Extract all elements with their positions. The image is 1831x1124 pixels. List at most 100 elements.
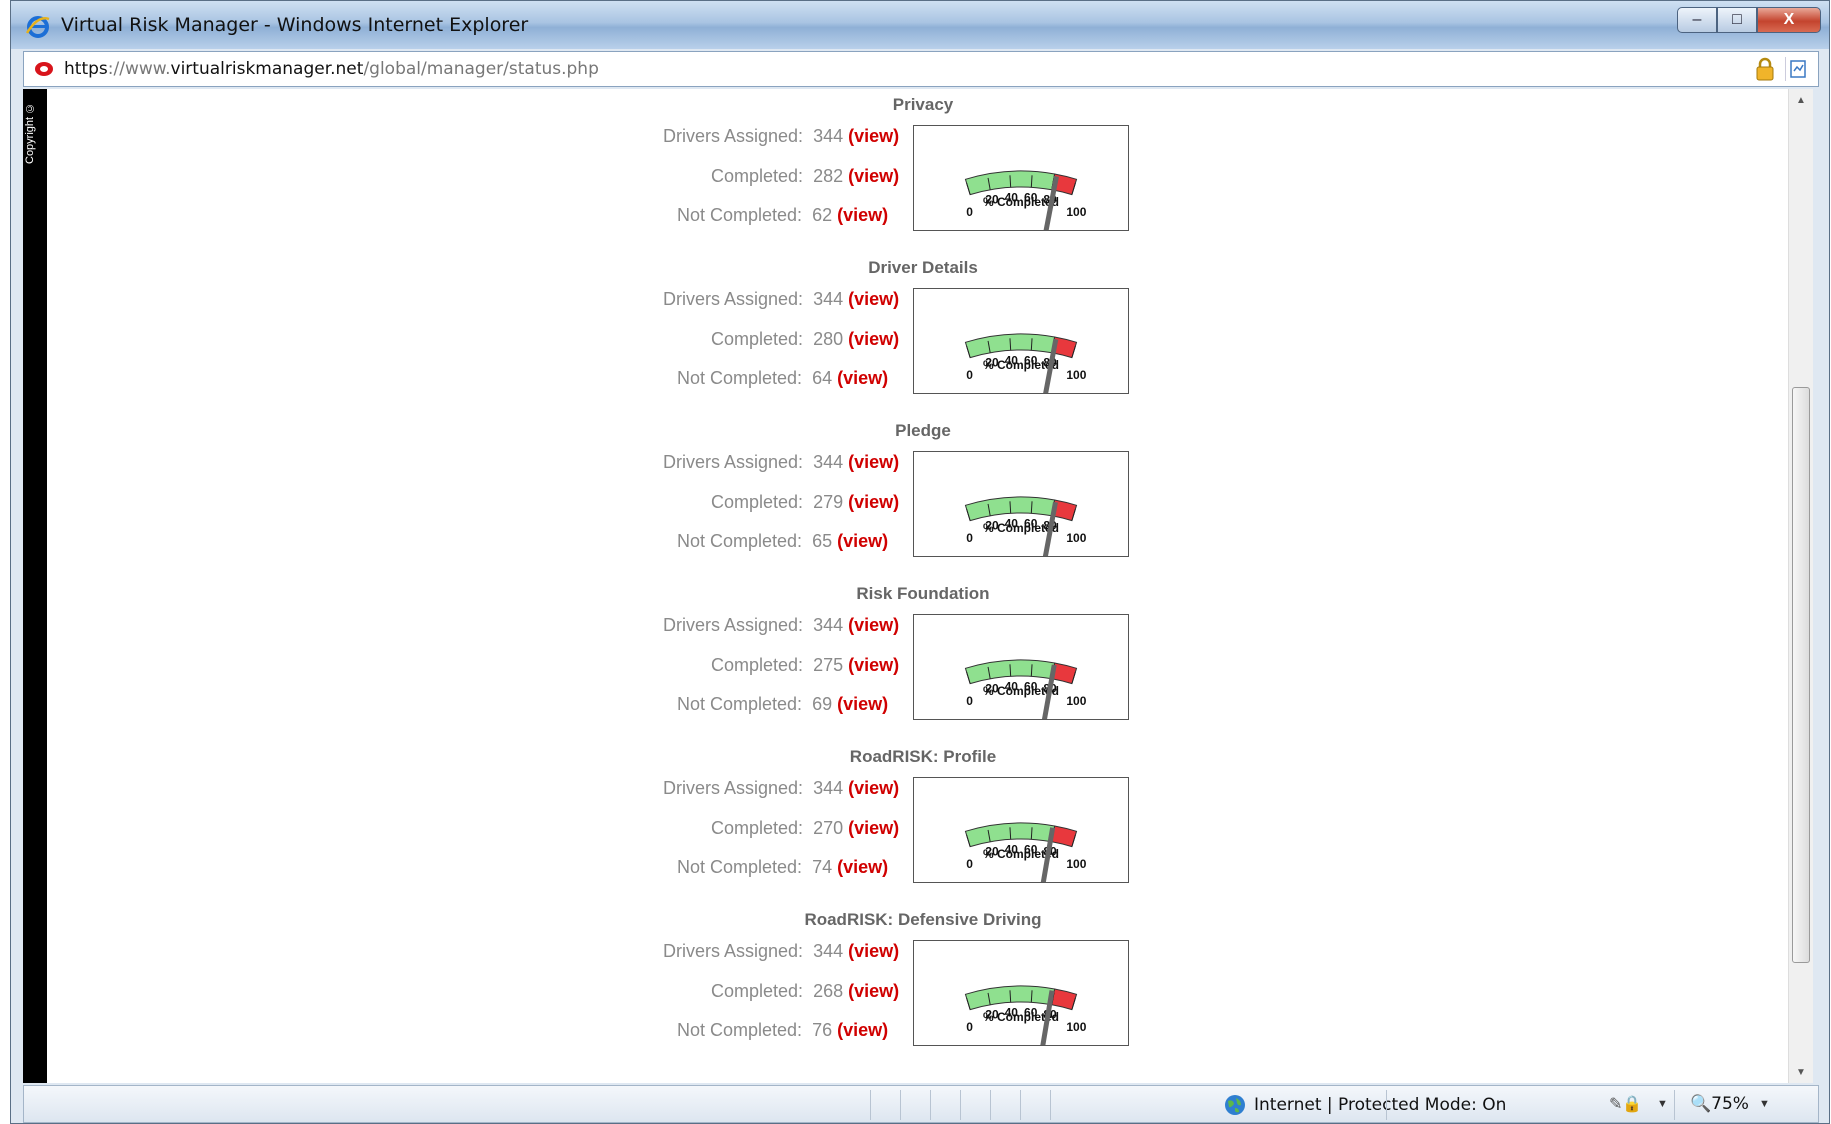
gauge-tick-label: 100 [1066, 1020, 1086, 1034]
drivers-assigned-view-link[interactable]: (view) [848, 126, 899, 146]
drivers-assigned-row: Drivers Assigned: 344 (view) [663, 941, 899, 962]
gauge-tick [1030, 175, 1033, 188]
lock-icon[interactable] [1754, 57, 1776, 81]
completion-gauge: 020406080100% Completed [913, 940, 1129, 1083]
section-title: Risk Foundation [856, 584, 990, 603]
zoom-level[interactable]: 🔍75% [1690, 1094, 1749, 1114]
gauge-tick-label: 100 [1066, 531, 1086, 545]
chevron-down-icon[interactable]: ▼ [1759, 1098, 1770, 1110]
not-completed-view-link[interactable]: (view) [837, 694, 888, 714]
window-title: Virtual Risk Manager - Windows Internet … [61, 14, 529, 36]
not-completed-row: Not Completed: 62 (view) [677, 205, 888, 226]
gauge-tick [1009, 664, 1012, 677]
not-completed-label: Not Completed: [677, 531, 803, 551]
not-completed-view-link[interactable]: (view) [837, 1020, 888, 1040]
url-separator: :// [107, 59, 125, 79]
not-completed-view-link[interactable]: (view) [837, 857, 888, 877]
minimize-button[interactable]: – [1677, 7, 1717, 33]
completed-label: Completed: [711, 818, 804, 838]
completion-gauge: 020406080100% Completed [913, 777, 1129, 955]
internet-explorer-icon [25, 16, 50, 38]
drivers-assigned-view-link[interactable]: (view) [848, 452, 899, 472]
drivers-assigned-count: 344 [813, 452, 844, 472]
completed-view-link[interactable]: (view) [848, 492, 899, 512]
section-title: Privacy [892, 95, 954, 114]
chevron-down-icon[interactable]: ▼ [1657, 1098, 1668, 1110]
site-icon [35, 62, 53, 76]
drivers-assigned-view-link[interactable]: (view) [848, 941, 899, 961]
completed-row: Completed: 270 (view) [711, 818, 899, 839]
not-completed-view-link[interactable]: (view) [837, 368, 888, 388]
not-completed-label: Not Completed: [677, 1020, 803, 1040]
drivers-assigned-row: Drivers Assigned: 344 (view) [663, 289, 899, 310]
completed-view-link[interactable]: (view) [848, 329, 899, 349]
not-completed-count: 69 [812, 694, 833, 714]
scroll-up-arrow-icon[interactable]: ▲ [1789, 89, 1813, 111]
not-completed-view-link[interactable]: (view) [837, 205, 888, 225]
drivers-assigned-row: Drivers Assigned: 344 (view) [663, 452, 899, 473]
status-divider [870, 1090, 871, 1120]
status-divider [1674, 1090, 1675, 1120]
completed-view-link[interactable]: (view) [848, 655, 899, 675]
url-domain: virtualriskmanager.net [170, 59, 364, 79]
completed-row: Completed: 275 (view) [711, 655, 899, 676]
section-title: RoadRISK: Profile [849, 747, 997, 766]
completed-label: Completed: [711, 329, 804, 349]
vertical-scrollbar[interactable]: ▲ ▼ [1788, 89, 1813, 1083]
security-zone-text[interactable]: Internet | Protected Mode: On [1254, 1095, 1506, 1115]
address-bar[interactable]: https://www.virtualriskmanager.net/globa… [23, 51, 1819, 87]
not-completed-row: Not Completed: 74 (view) [677, 857, 888, 878]
magnifier-icon: 🔍 [1690, 1094, 1712, 1114]
url-text[interactable]: https://www.virtualriskmanager.net/globa… [64, 59, 599, 79]
gauge-tick-label: 0 [966, 694, 973, 708]
gauge-tick [1030, 501, 1033, 514]
completed-view-link[interactable]: (view) [848, 166, 899, 186]
completed-label: Completed: [711, 166, 804, 186]
drivers-assigned-view-link[interactable]: (view) [848, 778, 899, 798]
gauge-tick [1009, 175, 1012, 188]
not-completed-label: Not Completed: [677, 205, 803, 225]
maximize-button[interactable]: □ [1717, 7, 1757, 33]
gauge-tick-label: 100 [1066, 694, 1086, 708]
drivers-assigned-count: 344 [813, 778, 844, 798]
close-button[interactable]: X [1757, 7, 1821, 33]
not-completed-label: Not Completed: [677, 857, 803, 877]
gauge-tick [1009, 338, 1012, 351]
title-bar[interactable]: Virtual Risk Manager - Windows Internet … [11, 1, 1829, 49]
completed-row: Completed: 268 (view) [711, 981, 899, 1002]
gauge-tick-label: 0 [966, 368, 973, 382]
not-completed-view-link[interactable]: (view) [837, 531, 888, 551]
scroll-thumb[interactable] [1792, 387, 1810, 963]
completed-row: Completed: 279 (view) [711, 492, 899, 513]
completed-count: 280 [813, 329, 844, 349]
gauge-tick-label: 100 [1066, 857, 1086, 871]
gauge-tick [1030, 664, 1033, 677]
status-divider [1386, 1090, 1387, 1120]
gauge-tick [1009, 827, 1012, 840]
not-completed-row: Not Completed: 64 (view) [677, 368, 888, 389]
gauge-tick [1030, 338, 1033, 351]
scroll-down-arrow-icon[interactable]: ▼ [1789, 1061, 1813, 1083]
not-completed-row: Not Completed: 69 (view) [677, 694, 888, 715]
copyright-strip: Copyright © [23, 89, 47, 1083]
gauge-tick-label: 100 [1066, 205, 1086, 219]
gauge-tick [1030, 990, 1033, 1003]
gauge-tick-label: 0 [966, 205, 973, 219]
not-completed-count: 64 [812, 368, 833, 388]
status-divider [1020, 1090, 1021, 1120]
not-completed-count: 74 [812, 857, 833, 877]
section-title: Driver Details [868, 258, 978, 277]
protected-mode-icon[interactable]: ✎🔒 [1609, 1094, 1642, 1114]
completed-view-link[interactable]: (view) [848, 818, 899, 838]
drivers-assigned-row: Drivers Assigned: 344 (view) [663, 615, 899, 636]
url-scheme: https [64, 59, 108, 79]
completed-count: 268 [813, 981, 844, 1001]
completed-count: 275 [813, 655, 844, 675]
completed-view-link[interactable]: (view) [848, 981, 899, 1001]
drivers-assigned-view-link[interactable]: (view) [848, 289, 899, 309]
drivers-assigned-label: Drivers Assigned: [663, 452, 804, 472]
compatibility-view-icon[interactable] [1785, 57, 1810, 81]
drivers-assigned-view-link[interactable]: (view) [848, 615, 899, 635]
completion-gauge: 020406080100% Completed [913, 451, 1129, 629]
completion-gauge: 020406080100% Completed [913, 125, 1129, 303]
